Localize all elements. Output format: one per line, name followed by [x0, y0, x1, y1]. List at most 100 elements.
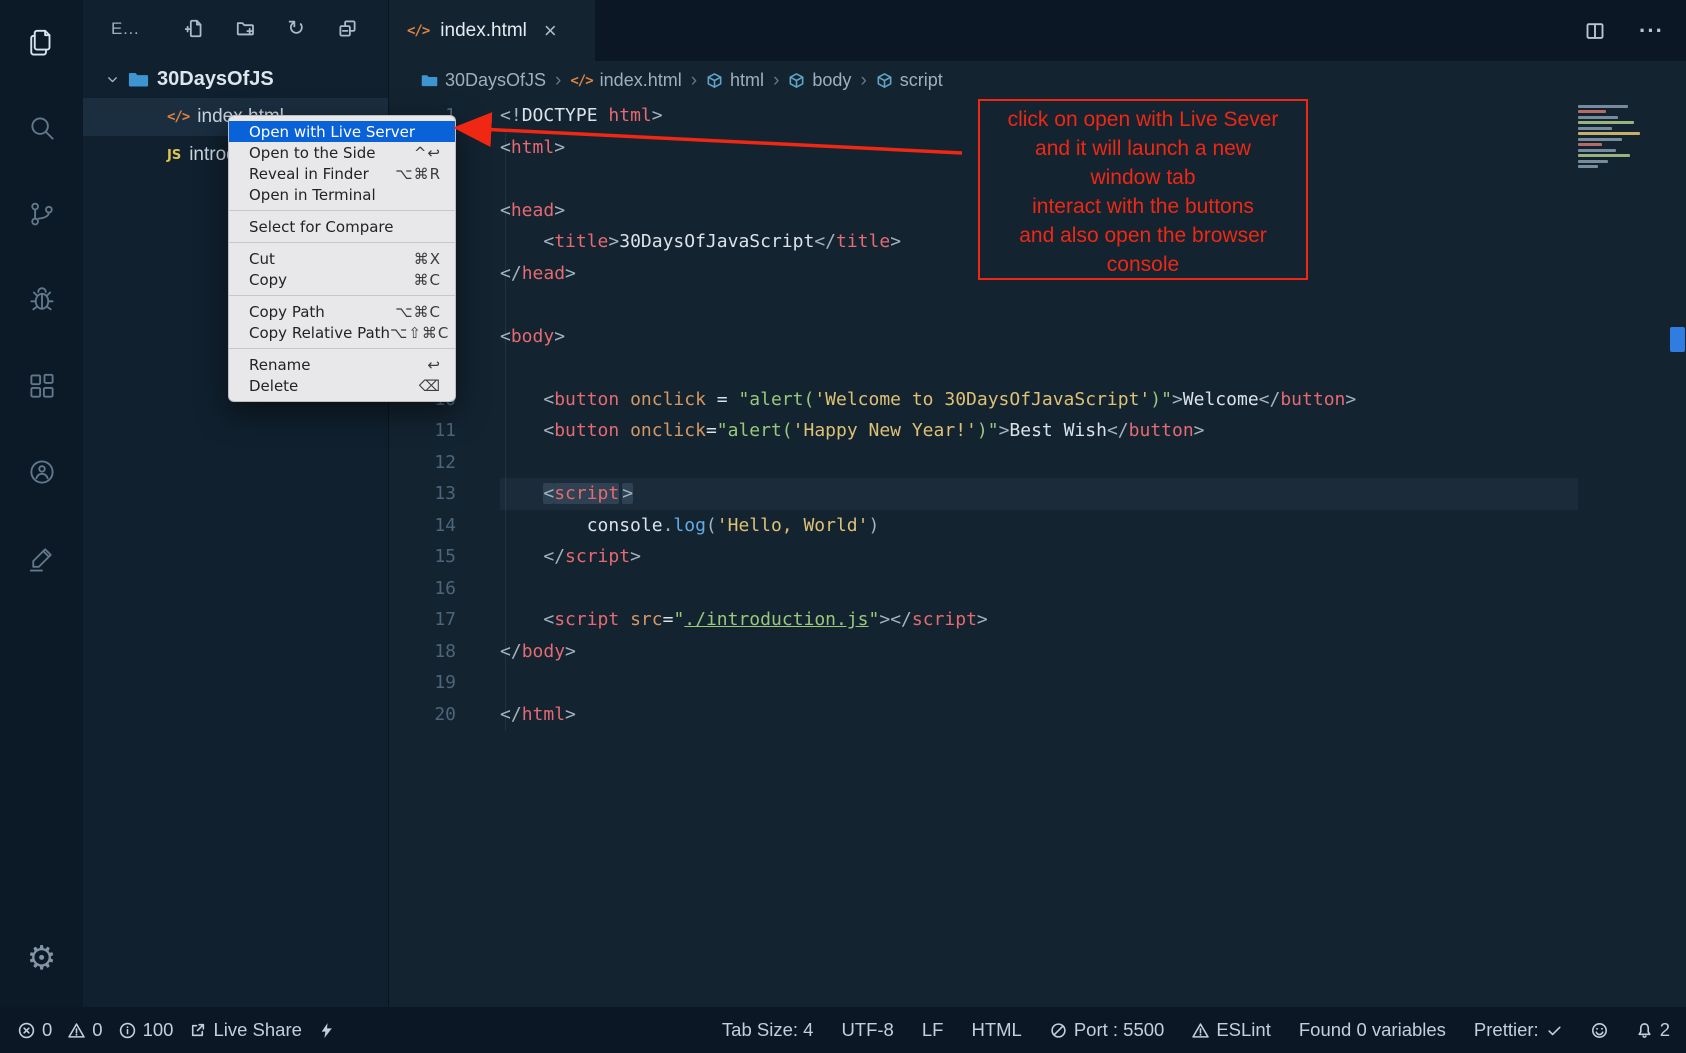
- menu-item-reveal-in-finder[interactable]: Reveal in Finder⌥⌘R: [229, 163, 455, 184]
- annotation-line: and it will launch a new: [980, 134, 1306, 163]
- minimap[interactable]: [1578, 102, 1665, 171]
- menu-item-open-to-the-side[interactable]: Open to the Side^↩: [229, 142, 455, 163]
- code-line-8[interactable]: 8<body>: [389, 321, 1686, 353]
- status-bar-right: Tab Size: 4 UTF-8 LF HTML Port : 5500 ESLint F…: [722, 1019, 1670, 1041]
- annotation-line: interact with the buttons: [980, 192, 1306, 221]
- code-line-11[interactable]: 11 <button onclick="alert('Happy New Yea…: [389, 415, 1686, 447]
- menu-item-label: Copy: [249, 271, 287, 289]
- bolt-icon: [318, 1022, 335, 1039]
- status-bolt[interactable]: [318, 1022, 335, 1039]
- check-icon: [1546, 1022, 1563, 1039]
- code-line-13[interactable]: 13 <script>: [389, 478, 1686, 510]
- collapse-all-button[interactable]: [336, 18, 358, 40]
- activity-source-control-button[interactable]: [18, 190, 66, 238]
- activity-run-debug-button[interactable]: [18, 276, 66, 324]
- code-line-17[interactable]: 17 <script src="./introduction.js"></scr…: [389, 604, 1686, 636]
- annotation-line: window tab: [980, 163, 1306, 192]
- menu-item-label: Delete: [249, 377, 298, 395]
- code-line-20[interactable]: 20</html>: [389, 699, 1686, 731]
- tab-title: index.html: [440, 20, 527, 42]
- activity-live-share-button[interactable]: [18, 448, 66, 496]
- activity-search-button[interactable]: [18, 104, 66, 152]
- status-encoding[interactable]: UTF-8: [841, 1019, 893, 1041]
- status-feedback[interactable]: [1591, 1022, 1608, 1039]
- menu-item-label: Copy Relative Path: [249, 324, 390, 342]
- activity-pen-button[interactable]: [18, 534, 66, 582]
- status-prettier[interactable]: Prettier:: [1474, 1019, 1563, 1041]
- close-tab-icon[interactable]: ×: [544, 18, 557, 44]
- menu-item-label: Open with Live Server: [249, 123, 415, 141]
- activity-explorer-button[interactable]: [18, 18, 66, 66]
- menu-item-shortcut: ⌘X: [414, 250, 441, 268]
- breadcrumb-item-30daysofjs[interactable]: 30DaysOfJS: [421, 70, 546, 91]
- status-live-share[interactable]: Live Share: [189, 1019, 301, 1041]
- menu-item-delete[interactable]: Delete⌫: [229, 375, 455, 396]
- status-notifications[interactable]: 2: [1636, 1019, 1670, 1041]
- code-line-9[interactable]: 9: [389, 352, 1686, 384]
- line-content: <button onclick = "alert('Welcome to 30D…: [500, 384, 1578, 416]
- breadcrumb-label: script: [900, 70, 943, 91]
- annotation-line: and also open the browser: [980, 221, 1306, 250]
- smiley-icon: [1591, 1022, 1608, 1039]
- more-actions-icon[interactable]: ···: [1639, 18, 1664, 44]
- menu-item-copy-relative-path[interactable]: Copy Relative Path⌥⇧⌘C: [229, 322, 455, 343]
- status-port[interactable]: Port : 5500: [1050, 1019, 1165, 1041]
- line-number: 18: [389, 641, 456, 662]
- new-file-button[interactable]: [183, 18, 205, 40]
- settings-icon: ⚙: [27, 941, 57, 974]
- breadcrumb-item-body[interactable]: body: [788, 70, 851, 91]
- menu-item-cut[interactable]: Cut⌘X: [229, 248, 455, 269]
- activity-settings-button[interactable]: ⚙: [18, 933, 66, 981]
- menu-item-rename[interactable]: Rename↩: [229, 354, 455, 375]
- code-line-18[interactable]: 18</body>: [389, 636, 1686, 668]
- line-number: 14: [389, 515, 456, 536]
- status-variables-label: Found 0 variables: [1299, 1019, 1446, 1041]
- explorer-toolbar: ↻: [183, 18, 358, 40]
- code-line-7[interactable]: 7: [389, 289, 1686, 321]
- breadcrumb-item-html[interactable]: html: [706, 70, 764, 91]
- annotation-box: click on open with Live Severand it will…: [978, 99, 1308, 280]
- code-line-19[interactable]: 19: [389, 667, 1686, 699]
- source-control-icon: [27, 199, 57, 229]
- status-eol[interactable]: LF: [922, 1019, 944, 1041]
- menu-item-shortcut: ⌥⌘C: [395, 303, 441, 321]
- code-line-16[interactable]: 16: [389, 573, 1686, 605]
- menu-item-select-for-compare[interactable]: Select for Compare: [229, 216, 455, 237]
- menu-item-shortcut: ↩: [427, 356, 441, 374]
- warning-icon: [68, 1022, 85, 1039]
- menu-item-copy-path[interactable]: Copy Path⌥⌘C: [229, 301, 455, 322]
- code-line-15[interactable]: 15 </script>: [389, 541, 1686, 573]
- menu-item-open-with-live-server[interactable]: Open with Live Server: [229, 121, 455, 142]
- tree-folder-30daysofjs[interactable]: 30DaysOfJS: [83, 60, 388, 98]
- breadcrumb-item-index-html[interactable]: </>index.html: [570, 70, 681, 91]
- menu-item-open-in-terminal[interactable]: Open in Terminal: [229, 184, 455, 205]
- status-errors[interactable]: 0: [18, 1019, 52, 1041]
- menu-item-copy[interactable]: Copy⌘C: [229, 269, 455, 290]
- refresh-button[interactable]: ↻: [285, 18, 307, 40]
- status-variables[interactable]: Found 0 variables: [1299, 1019, 1446, 1041]
- status-encoding-label: UTF-8: [841, 1019, 893, 1041]
- collapse-all-icon: [338, 19, 357, 38]
- new-folder-button[interactable]: [234, 18, 256, 40]
- code-line-12[interactable]: 12: [389, 447, 1686, 479]
- status-infos[interactable]: 100: [119, 1019, 174, 1041]
- tab-index-html[interactable]: </> index.html ×: [389, 0, 595, 61]
- code-line-14[interactable]: 14 console.log('Hello, World'): [389, 510, 1686, 542]
- html-file-icon: </>: [407, 23, 429, 39]
- line-content: console.log('Hello, World'): [500, 510, 1578, 542]
- status-eslint[interactable]: ESLint: [1192, 1019, 1271, 1041]
- code-line-10[interactable]: 10 <button onclick = "alert('Welcome to …: [389, 384, 1686, 416]
- activity-extensions-button[interactable]: [18, 362, 66, 410]
- breadcrumb-item-script[interactable]: script: [876, 70, 943, 91]
- line-number: 12: [389, 452, 456, 473]
- status-warnings[interactable]: 0: [68, 1019, 102, 1041]
- code-icon: </>: [570, 73, 592, 89]
- status-language[interactable]: HTML: [971, 1019, 1021, 1041]
- status-tab-size[interactable]: Tab Size: 4: [722, 1019, 814, 1041]
- scrollbar-marker[interactable]: [1670, 327, 1685, 352]
- explorer-icon: [27, 27, 57, 57]
- editor-actions: ···: [1585, 0, 1686, 61]
- status-eslint-label: ESLint: [1216, 1019, 1271, 1041]
- line-content: </script>: [500, 541, 1578, 573]
- split-editor-icon[interactable]: [1585, 21, 1605, 41]
